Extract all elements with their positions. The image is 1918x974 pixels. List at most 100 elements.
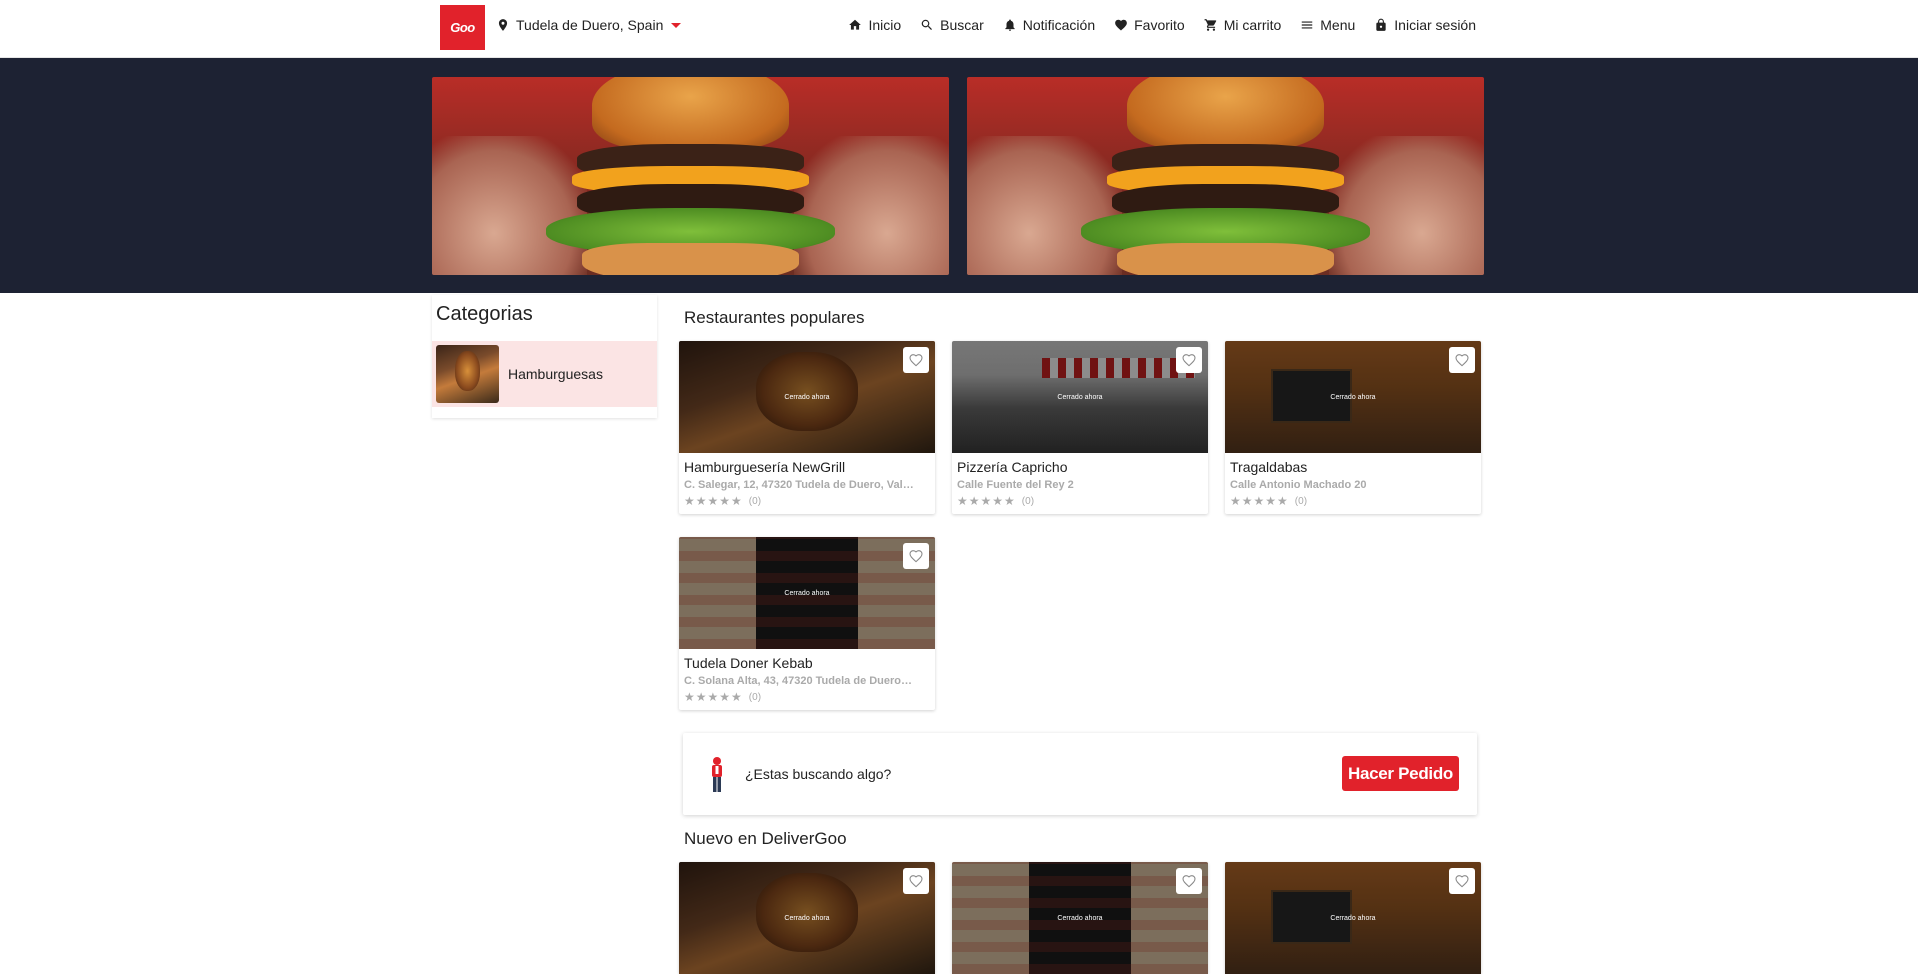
nav-iniciar-sesion[interactable]: Iniciar sesión	[1374, 17, 1476, 33]
nav-label: Mi carrito	[1223, 17, 1282, 33]
restaurant-card[interactable]: Cerrado ahora	[952, 862, 1208, 974]
restaurant-rating: ★★★★★ (0)	[1230, 494, 1481, 508]
restaurant-image: Cerrado ahora	[1225, 862, 1481, 974]
restaurant-card[interactable]: Cerrado ahora	[1225, 862, 1481, 974]
restaurant-name: Tragaldabas	[1230, 459, 1308, 475]
closed-status: Cerrado ahora	[784, 393, 830, 401]
popular-section-title: Restaurantes populares	[684, 308, 865, 327]
promo-banner	[0, 58, 1918, 293]
nav-label: Notificación	[1022, 17, 1096, 33]
nav-menu[interactable]: Menu	[1300, 17, 1355, 33]
caret-down-icon	[671, 22, 682, 28]
heart-outline-icon	[909, 550, 923, 563]
restaurant-name: Hamburguesería NewGrill	[684, 459, 846, 475]
nav-buscar[interactable]: Buscar	[920, 17, 984, 33]
closed-status: Cerrado ahora	[784, 589, 830, 597]
heart-icon	[1115, 19, 1127, 31]
closed-status: Cerrado ahora	[1057, 393, 1103, 401]
restaurant-rating: ★★★★★ (0)	[684, 690, 935, 704]
nav-inicio[interactable]: Inicio	[848, 17, 901, 33]
restaurant-address: C. Solana Alta, 43, 47320 Tudela de Duer…	[684, 675, 914, 687]
restaurant-card[interactable]: Cerrado ahora Tudela Doner Kebab C. Sola…	[679, 537, 935, 710]
categories-panel: Categorias Hamburguesas	[432, 295, 657, 418]
favorite-button[interactable]	[903, 868, 929, 894]
order-prompt-card: ¿Estas buscando algo? Hacer Pedido	[683, 733, 1477, 815]
favorite-button[interactable]	[1449, 868, 1475, 894]
closed-status: Cerrado ahora	[1330, 393, 1376, 401]
location-pin-icon	[498, 19, 508, 31]
heart-outline-icon	[909, 354, 923, 367]
nav-label: Buscar	[940, 17, 984, 33]
restaurant-image: Cerrado ahora	[952, 862, 1208, 974]
closed-status: Cerrado ahora	[784, 914, 830, 922]
top-navbar: Goo Tudela de Duero, Spain Inicio Buscar…	[0, 0, 1918, 58]
nav-mi-carrito[interactable]: Mi carrito	[1204, 17, 1282, 33]
restaurant-address: Calle Fuente del Rey 2	[957, 479, 1074, 491]
lock-icon	[1376, 18, 1386, 31]
star-rating-icon: ★★★★★	[684, 690, 743, 704]
categories-title: Categorias	[436, 303, 533, 325]
cart-icon	[1204, 19, 1216, 31]
menu-icon	[1302, 21, 1313, 29]
nav-notificacion[interactable]: Notificación	[1003, 17, 1095, 33]
restaurant-name: Tudela Doner Kebab	[684, 655, 813, 671]
location-label: Tudela de Duero, Spain	[516, 17, 664, 33]
new-section-title: Nuevo en DeliverGoo	[684, 829, 847, 848]
restaurant-card[interactable]: Cerrado ahora Tragaldabas Calle Antonio …	[1225, 341, 1481, 514]
heart-outline-icon	[1455, 875, 1469, 888]
restaurant-address: C. Salegar, 12, 47320 Tudela de Duero, V…	[684, 479, 914, 491]
logo-text: Goo	[450, 20, 475, 35]
location-selector[interactable]: Tudela de Duero, Spain	[496, 17, 682, 33]
favorite-button[interactable]	[1176, 347, 1202, 373]
restaurant-image: Cerrado ahora	[1225, 341, 1481, 453]
closed-status: Cerrado ahora	[1057, 914, 1103, 922]
star-rating-icon: ★★★★★	[957, 494, 1016, 508]
bell-icon	[1005, 19, 1015, 31]
banner-slide[interactable]	[432, 77, 949, 275]
heart-outline-icon	[1455, 354, 1469, 367]
closed-status: Cerrado ahora	[1330, 914, 1376, 922]
restaurant-card[interactable]: Cerrado ahora Hamburguesería NewGrill C.…	[679, 341, 935, 514]
main-nav: Inicio Buscar Notificación Favorito Mi c…	[848, 17, 1476, 33]
restaurant-image: Cerrado ahora	[679, 537, 935, 649]
banner-slide[interactable]	[967, 77, 1484, 275]
review-count: (0)	[748, 495, 762, 507]
favorite-button[interactable]	[1449, 347, 1475, 373]
favorite-button[interactable]	[903, 347, 929, 373]
nav-favorito[interactable]: Favorito	[1114, 17, 1185, 33]
category-label: Hamburguesas	[508, 366, 603, 382]
restaurant-name: Pizzería Capricho	[957, 459, 1068, 475]
restaurant-rating: ★★★★★ (0)	[684, 494, 935, 508]
favorite-button[interactable]	[903, 543, 929, 569]
burger-image	[967, 77, 1484, 275]
star-rating-icon: ★★★★★	[1230, 494, 1289, 508]
heart-outline-icon	[1182, 354, 1196, 367]
restaurant-rating: ★★★★★ (0)	[957, 494, 1208, 508]
burger-image	[432, 77, 949, 275]
restaurant-card[interactable]: Cerrado ahora Pizzería Capricho Calle Fu…	[952, 341, 1208, 514]
nav-label: Inicio	[868, 17, 902, 33]
favorite-button[interactable]	[1176, 868, 1202, 894]
delivery-person-icon	[712, 757, 722, 792]
restaurant-image: Cerrado ahora	[952, 341, 1208, 453]
restaurant-image: Cerrado ahora	[679, 341, 935, 453]
review-count: (0)	[1021, 495, 1035, 507]
nav-label: Menu	[1320, 17, 1356, 33]
heart-outline-icon	[1182, 875, 1196, 888]
review-count: (0)	[748, 691, 762, 703]
nav-label: Favorito	[1134, 17, 1185, 33]
promo-text: ¿Estas buscando algo?	[745, 766, 892, 782]
category-thumbnail	[436, 345, 499, 403]
app-logo[interactable]: Goo	[440, 5, 485, 50]
review-count: (0)	[1294, 495, 1308, 507]
nav-label: Iniciar sesión	[1394, 17, 1476, 33]
hacer-pedido-button[interactable]: Hacer Pedido	[1342, 756, 1459, 791]
restaurant-image: Cerrado ahora	[679, 862, 935, 974]
star-rating-icon: ★★★★★	[684, 494, 743, 508]
heart-outline-icon	[909, 875, 923, 888]
restaurant-address: Calle Antonio Machado 20	[1230, 479, 1367, 491]
restaurant-card[interactable]: Cerrado ahora	[679, 862, 935, 974]
home-icon	[849, 19, 862, 30]
search-icon	[921, 19, 933, 30]
category-item-hamburguesas[interactable]: Hamburguesas	[432, 341, 657, 407]
